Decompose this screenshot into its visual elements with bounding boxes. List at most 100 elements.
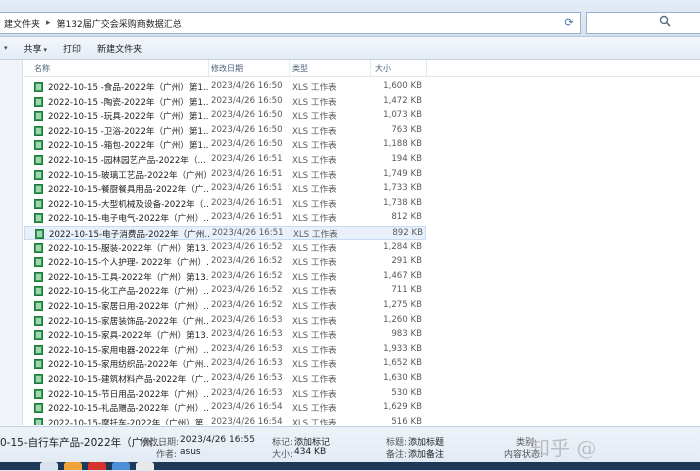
search-box[interactable] [586,12,700,34]
file-row[interactable]: 2022-10-15-电子消费品-2022年（广州... 2023/4/26 16… [24,226,426,240]
column-name[interactable]: 名称 [34,63,50,74]
column-divider[interactable] [289,60,290,76]
file-type: XLS 工作表 [292,331,337,342]
file-type: XLS 工作表 [292,170,337,181]
breadcrumb-separator-icon[interactable]: ▸ [44,18,53,28]
file-size: 1,933 KB [383,343,422,354]
file-row[interactable]: 2022-10-15-建筑材料产品-2022年（广... 2023/4/26 16… [24,372,426,386]
taskbar-app-icon[interactable] [64,462,82,470]
file-size: 1,629 KB [383,402,422,413]
column-size[interactable]: 大小 [375,63,391,74]
file-size: 1,749 KB [383,168,422,179]
file-row[interactable]: 2022-10-15-节日用品-2022年（广州）... 2023/4/26 16… [24,387,426,401]
column-divider[interactable] [370,60,371,76]
file-type: XLS 工作表 [292,112,337,123]
file-name: 2022-10-15-大型机械及设备-2022年（... [48,199,208,210]
file-date: 2023/4/26 16:52 [211,241,283,252]
address-bar-area: 建文件夹 ▸ 第132届广交会采购商数据汇总 ⟳ [0,0,700,37]
file-row[interactable]: 2022-10-15 -陶瓷-2022年（广州）第1... 2023/4/26 1… [24,95,426,109]
file-row[interactable]: 2022-10-15-化工产品-2022年（广州）... 2023/4/26 16… [24,284,426,298]
file-row[interactable]: 2022-10-15-家具-2022年（广州）第13... 2023/4/26 1… [24,328,426,342]
excel-file-icon [34,155,43,165]
file-type: XLS 工作表 [292,287,337,298]
new-folder-button[interactable]: 新建文件夹 [89,42,150,55]
file-row[interactable]: 2022-10-15-家用纺织品-2022年（广州... 2023/4/26 16… [24,357,426,371]
file-row[interactable]: 2022-10-15 -箱包-2022年（广州）第1... 2023/4/26 1… [24,138,426,152]
file-size: 983 KB [391,329,422,340]
refresh-icon[interactable]: ⟳ [562,16,576,30]
file-row[interactable]: 2022-10-15 -卫浴-2022年（广州）第1... 2023/4/26 1… [24,124,426,138]
file-name: 2022-10-15-摩托车-2022年（广州）第... [48,418,208,425]
share-button[interactable]: 共享 ▾ [16,42,56,55]
file-name: 2022-10-15-电子电气-2022年（广州）... [48,214,208,225]
file-row[interactable]: 2022-10-15-玻璃工艺品-2022年（广州） 2023/4/26 16:5… [24,168,426,182]
file-size: 1,600 KB [383,81,422,91]
file-row[interactable]: 2022-10-15-个人护理- 2022年（广州）... 2023/4/26 1… [24,255,426,269]
author-value[interactable]: asus [180,447,201,457]
file-row[interactable]: 2022-10-15 -玩具-2022年（广州）第1... 2023/4/26 1… [24,109,426,123]
print-button[interactable]: 打印 [55,42,89,55]
file-row[interactable]: 2022-10-15-餐厨餐具用品-2022年（广... 2023/4/26 16… [24,182,426,196]
file-type: XLS 工作表 [292,214,337,225]
file-row[interactable]: 2022-10-15-礼品赠品-2022年（广州）... 2023/4/26 16… [24,401,426,415]
file-name: 2022-10-15 -陶瓷-2022年（广州）第1... [48,97,208,108]
share-label: 共享 [23,44,42,55]
file-date: 2023/4/26 16:51 [211,212,283,223]
file-date: 2023/4/26 16:53 [211,343,283,354]
file-name: 2022-10-15 -玩具-2022年（广州）第1... [48,112,208,123]
excel-file-icon [34,242,43,253]
file-list[interactable]: 名称 修改日期 类型 大小 2022-10-15 -食品-2022年（广州）第1… [24,60,700,425]
file-row[interactable]: 2022-10-15 -园林园艺产品-2022年（... 2023/4/26 16… [24,153,426,167]
file-date: 2023/4/26 16:53 [211,387,283,398]
remarks-value[interactable]: 添加备注 [408,447,444,460]
organize-button[interactable]: ​▾ [0,43,16,53]
file-row[interactable]: 2022-10-15-电子电气-2022年（广州）... 2023/4/26 16… [24,211,426,225]
excel-file-icon [34,374,43,384]
file-row[interactable]: 2022-10-15-摩托车-2022年（广州）第... 2023/4/26 16… [24,416,426,425]
file-size: 1,284 KB [383,241,422,252]
breadcrumb-parent[interactable]: 建文件夹 [0,17,44,30]
file-row[interactable]: 2022-10-15-大型机械及设备-2022年（... 2023/4/26 16… [24,197,426,211]
file-row[interactable]: 2022-10-15-工具-2022年（广州）第13... 2023/4/26 1… [24,270,426,284]
file-date: 2023/4/26 16:53 [211,358,283,369]
taskbar-app-icon[interactable] [136,462,154,470]
file-row[interactable]: 2022-10-15 -食品-2022年（广州）第1... 2023/4/26 1… [24,80,426,94]
navigation-pane[interactable]: ​ [0,60,23,425]
file-type: XLS 工作表 [292,243,337,254]
excel-file-icon [34,388,43,399]
excel-file-icon [34,286,43,297]
excel-file-icon [34,301,43,311]
file-type: XLS 工作表 [293,230,338,240]
column-type[interactable]: 类型 [292,63,308,74]
search-icon[interactable] [659,15,671,27]
file-name: 2022-10-15-玻璃工艺品-2022年（广州） [48,170,208,181]
column-divider[interactable] [208,60,209,76]
file-type: XLS 工作表 [292,360,337,371]
file-size: 530 KB [391,387,422,398]
file-row[interactable]: 2022-10-15-家居日用-2022年（广州）... 2023/4/26 16… [24,299,426,313]
file-row[interactable]: 2022-10-15-服装-2022年（广州）第13... 2023/4/26 1… [24,241,426,255]
excel-file-icon [34,271,43,282]
file-row[interactable]: 2022-10-15-家居装饰品-2022年（广州... 2023/4/26 16… [24,314,426,328]
file-size: 1,073 KB [383,110,422,121]
file-name: 2022-10-15-餐厨餐具用品-2022年（广... [48,185,208,196]
file-size: 1,652 KB [383,358,422,369]
column-divider[interactable] [426,60,427,76]
file-row[interactable]: 2022-10-15-家用电器-2022年（广州）... 2023/4/26 16… [24,343,426,357]
excel-file-icon [35,229,44,239]
file-size: 194 KB [391,154,422,164]
excel-file-icon [34,344,43,355]
taskbar-app-icon[interactable] [88,462,106,470]
file-type: XLS 工作表 [292,316,337,327]
excel-file-icon [34,257,43,268]
file-name: 2022-10-15-化工产品-2022年（广州）... [48,287,208,298]
file-date: 2023/4/26 16:51 [211,154,283,164]
taskbar-app-icon[interactable] [40,462,58,470]
file-date: 2023/4/26 16:50 [211,124,283,135]
column-date[interactable]: 修改日期 [211,63,243,74]
address-bar[interactable]: 建文件夹 ▸ 第132届广交会采购商数据汇总 ⟳ [0,12,581,34]
taskbar-app-icon[interactable] [112,462,130,470]
breadcrumb-current[interactable]: 第132届广交会采购商数据汇总 [53,17,186,30]
file-date: 2023/4/26 16:53 [211,329,283,340]
file-name: 2022-10-15-电子消费品-2022年（广州... [49,230,209,240]
